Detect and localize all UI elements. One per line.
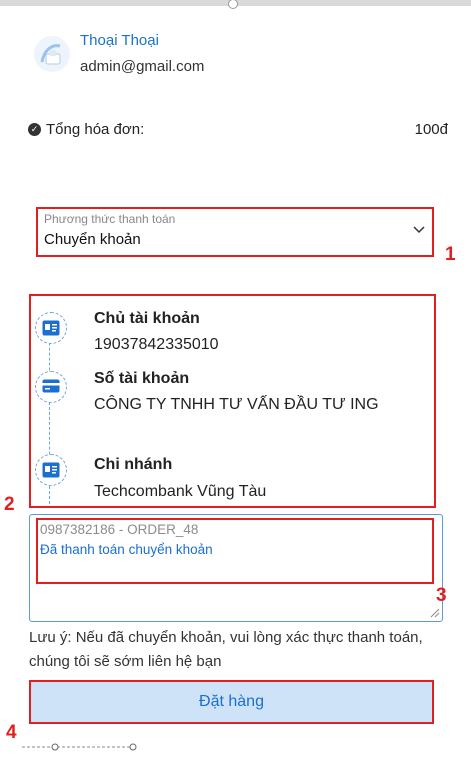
- payment-method-label: Phương thức thanh toán: [44, 212, 176, 226]
- total-value: 100đ: [414, 121, 448, 138]
- note-placeholder: 0987382186 - ORDER_48: [40, 522, 199, 537]
- id-card-icon: [35, 454, 67, 486]
- annotation-number-3: 3: [436, 585, 447, 606]
- account-holder-value: 19037842335010: [94, 336, 219, 353]
- branch-title: Chi nhánh: [94, 456, 173, 473]
- account-number-value: CÔNG TY TNHH TƯ VẤN ĐẦU TƯ ING: [94, 396, 379, 413]
- scroll-knob[interactable]: [228, 0, 238, 9]
- note-value: Đã thanh toán chuyển khoản: [40, 542, 213, 557]
- annotation-number-1: 1: [445, 244, 456, 265]
- annotation-number-2: 2: [4, 494, 15, 515]
- id-card-icon: [35, 312, 67, 344]
- resize-handle-icon[interactable]: [428, 606, 440, 618]
- chevron-down-icon: [413, 226, 425, 234]
- bottom-step-indicator: [22, 743, 137, 751]
- account-number-title: Số tài khoản: [94, 370, 190, 387]
- payment-method-select[interactable]: Phương thức thanh toán Chuyển khoản: [36, 207, 434, 257]
- branch-value: Techcombank Vũng Tàu: [94, 483, 267, 500]
- payment-method-value: Chuyển khoản: [44, 231, 141, 248]
- top-scroll-bar: [0, 0, 471, 9]
- account-holder-title: Chủ tài khoản: [94, 310, 200, 327]
- credit-card-icon: [35, 371, 67, 403]
- user-name[interactable]: Thoại Thoại: [80, 32, 159, 49]
- order-total-row: ✓ Tổng hóa đơn: 100đ: [28, 120, 448, 142]
- place-order-button[interactable]: Đặt hàng: [29, 680, 434, 724]
- total-label: Tổng hóa đơn:: [46, 121, 145, 138]
- check-circle-icon: ✓: [28, 123, 41, 136]
- user-email: admin@gmail.com: [80, 58, 205, 75]
- bank-account-info: Chủ tài khoản 19037842335010 Số tài khoả…: [29, 294, 436, 508]
- avatar: [34, 36, 70, 72]
- payment-hint: Lưu ý: Nếu đã chuyển khoản, vui lòng xác…: [29, 629, 423, 670]
